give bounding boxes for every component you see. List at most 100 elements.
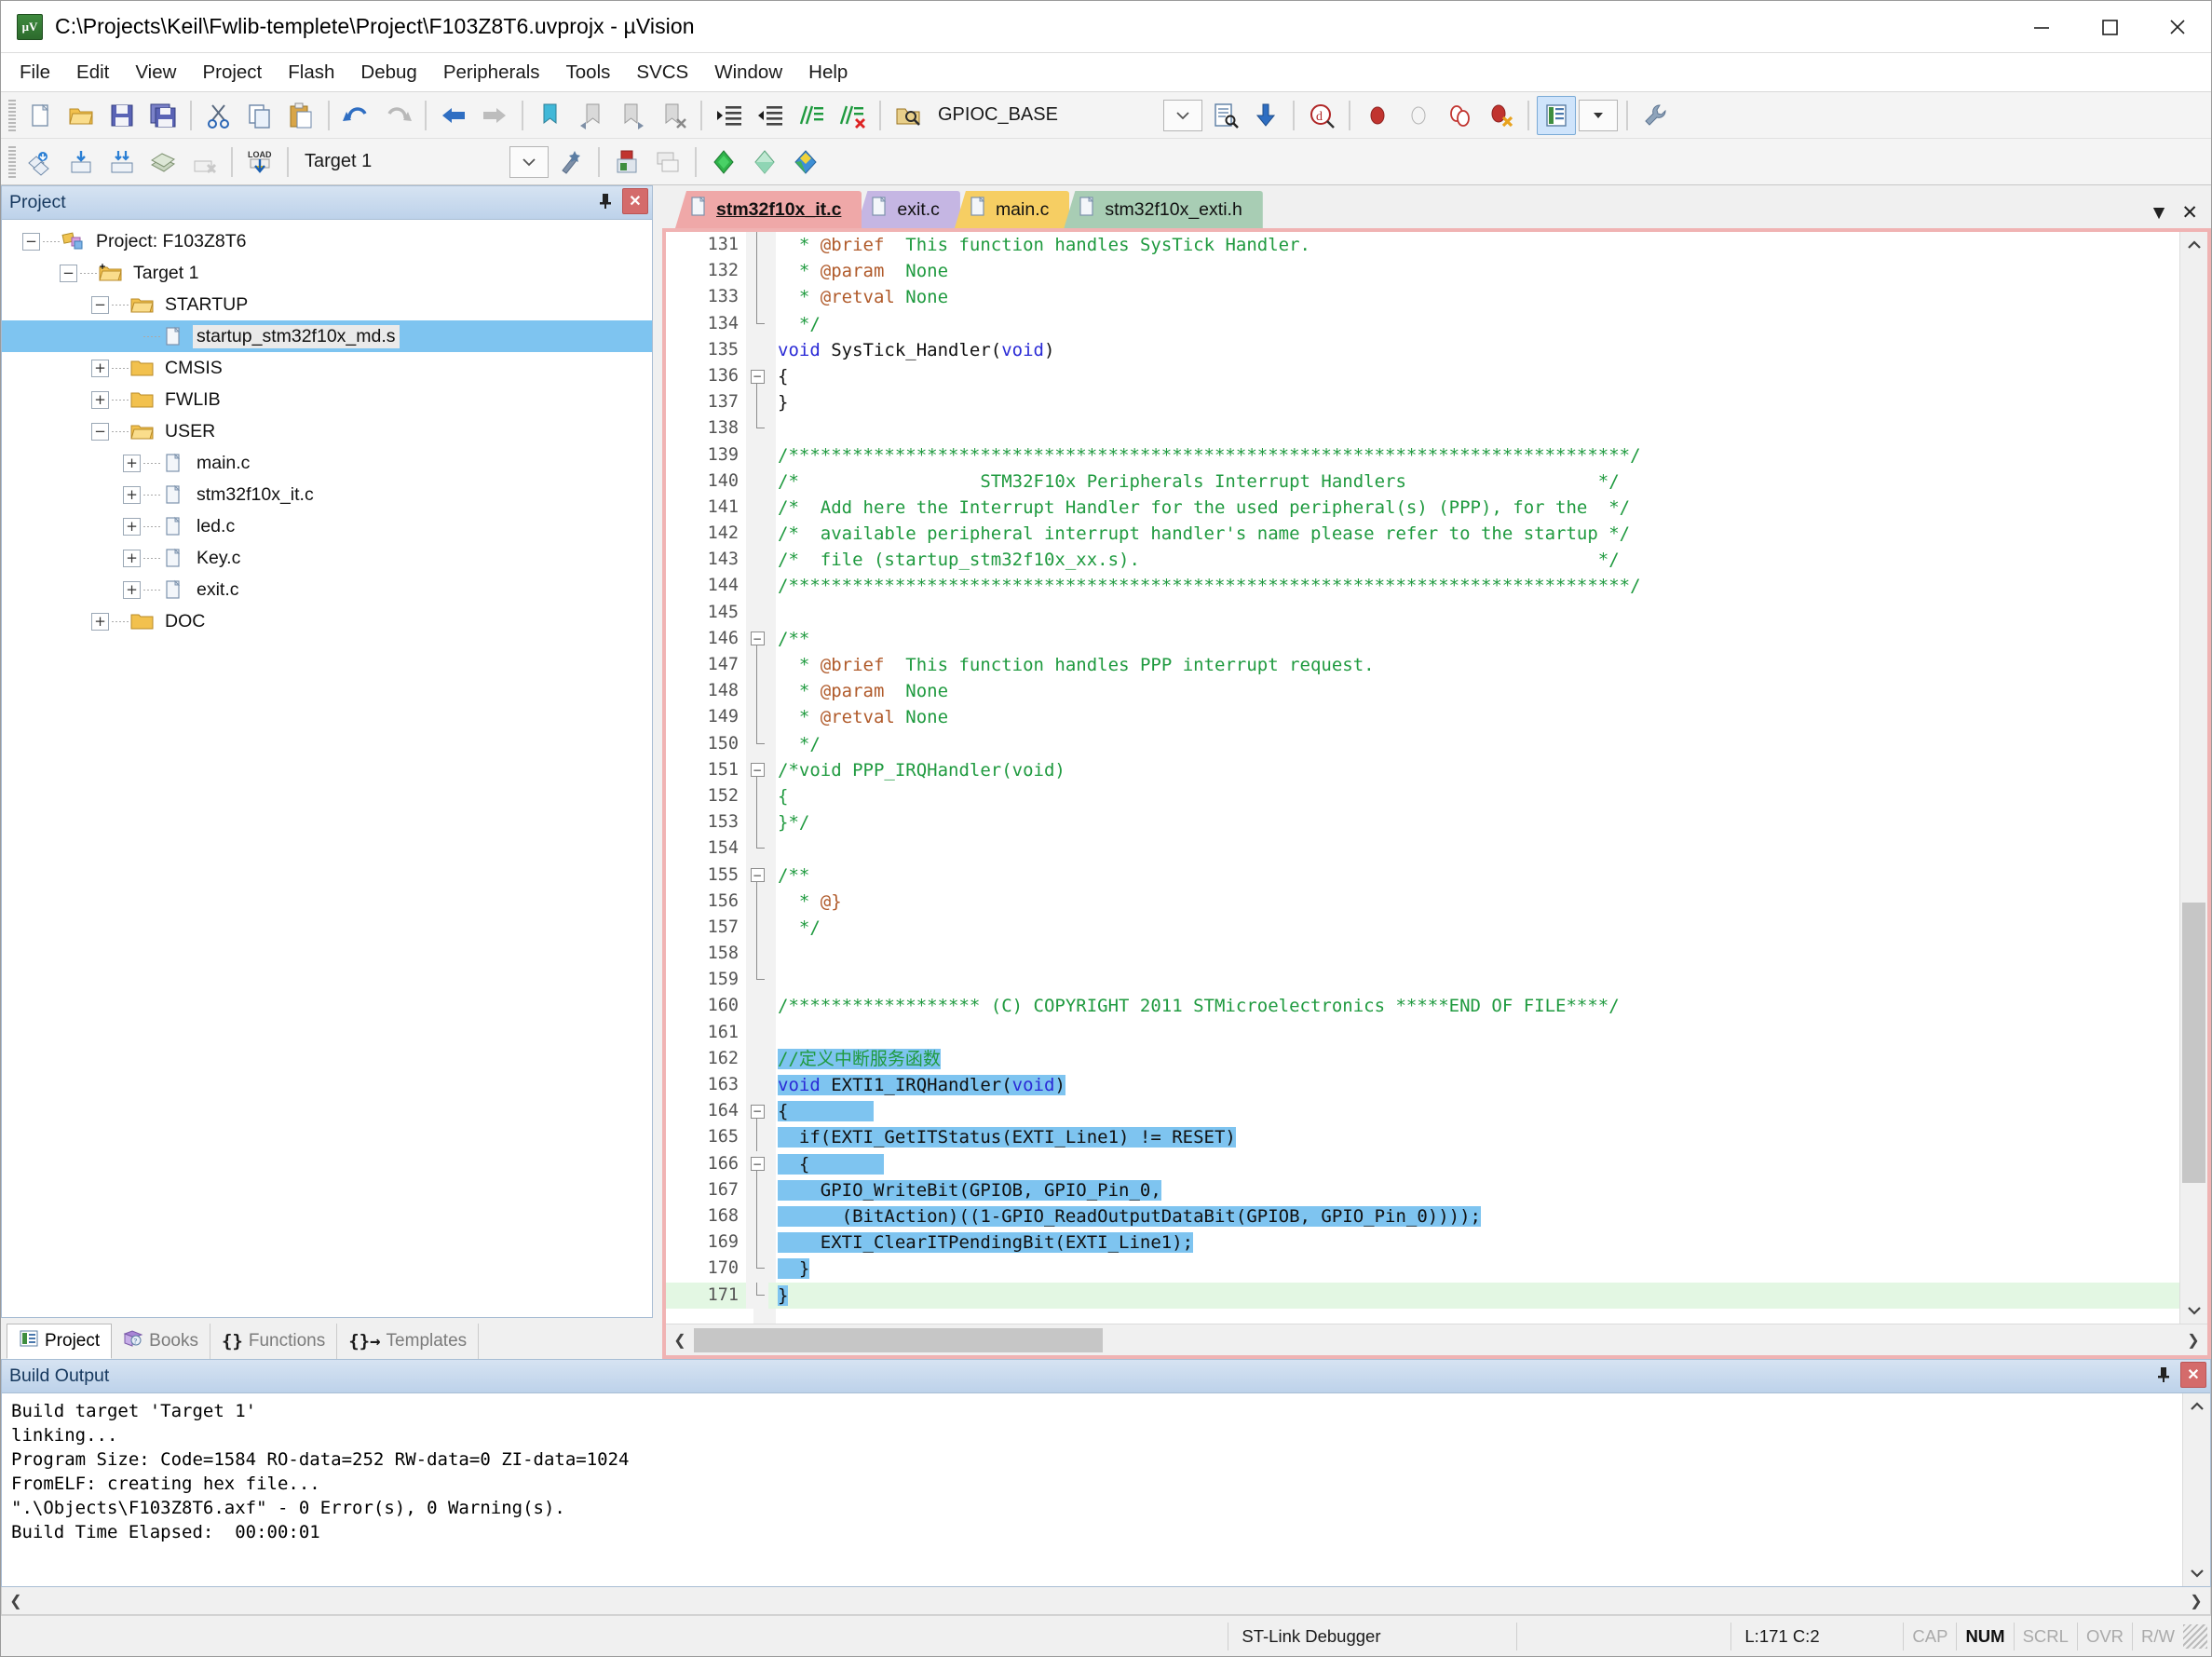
undo-icon[interactable] — [337, 96, 376, 135]
toolbar-grip[interactable] — [8, 99, 16, 131]
fold-collapse-icon[interactable]: − — [750, 1104, 765, 1119]
horizontal-scroll-track[interactable] — [694, 1327, 2179, 1352]
pack-installer-icon[interactable] — [704, 143, 743, 182]
scroll-down-icon[interactable] — [2180, 1297, 2207, 1324]
menu-help[interactable]: Help — [795, 57, 861, 88]
project-tree[interactable]: − Project: F103Z8T6 − Target 1 − STARTUP — [1, 219, 653, 1318]
uncomment-icon[interactable] — [833, 96, 872, 135]
tree-item-key-c[interactable]: + Key.c — [2, 542, 652, 574]
menu-peripherals[interactable]: Peripherals — [430, 57, 553, 88]
copy-icon[interactable] — [240, 96, 279, 135]
start-debug-icon[interactable]: d — [1302, 96, 1341, 135]
tree-item-user[interactable]: − USER — [2, 415, 652, 447]
build-horizontal-scrollbar[interactable]: ❮ ❯ — [1, 1587, 2211, 1615]
tab-project[interactable]: Project — [7, 1324, 113, 1359]
target-select-value[interactable]: Target 1 — [295, 151, 508, 172]
editor-tab-stm32f10x-exti-h[interactable]: stm32f10x_exti.h — [1064, 191, 1263, 228]
build-close-button[interactable]: ✕ — [2180, 1362, 2206, 1388]
menu-view[interactable]: View — [122, 57, 189, 88]
project-close-button[interactable]: ✕ — [622, 188, 648, 214]
expander-plus-icon[interactable]: + — [123, 549, 141, 567]
bookmark-next-icon[interactable] — [613, 96, 652, 135]
menu-svcs[interactable]: SVCS — [623, 57, 701, 88]
tree-item-main-c[interactable]: + main.c — [2, 447, 652, 479]
resize-grip-icon[interactable] — [2183, 1623, 2207, 1649]
build-icon[interactable] — [61, 143, 101, 182]
expander-plus-icon[interactable]: + — [123, 517, 141, 536]
code-view[interactable]: 131 * @brief This function handles SysTi… — [666, 232, 2179, 1324]
expander-minus-icon[interactable]: − — [91, 295, 109, 314]
fold-collapse-icon[interactable]: − — [750, 369, 765, 384]
redo-icon[interactable] — [378, 96, 417, 135]
tree-item-stm32f10x-it-c[interactable]: + stm32f10x_it.c — [2, 479, 652, 510]
download-icon[interactable]: LOAD — [240, 143, 279, 182]
manage-windows-dropdown[interactable] — [1579, 99, 1618, 131]
build-scroll-track[interactable] — [2183, 1419, 2210, 1560]
translate-icon[interactable] — [20, 143, 60, 182]
batch-build-icon[interactable] — [143, 143, 183, 182]
tab-templates[interactable]: {}→ Templates — [337, 1324, 480, 1359]
breakpoint-kill-all-icon[interactable] — [1481, 96, 1520, 135]
stop-build-icon[interactable] — [184, 143, 224, 182]
manage-windows-icon[interactable] — [1537, 95, 1576, 135]
tab-books[interactable]: ? Books — [112, 1324, 210, 1359]
minimize-button[interactable] — [2007, 1, 2075, 52]
scroll-up-icon[interactable] — [2183, 1393, 2210, 1419]
fold-marker[interactable]: − — [746, 756, 768, 783]
symbol-search-icon[interactable] — [889, 96, 928, 135]
indent-left-icon[interactable] — [751, 96, 790, 135]
goto-definition-icon[interactable] — [1246, 96, 1285, 135]
target-select-dropdown[interactable] — [509, 145, 549, 178]
editor-horizontal-scrollbar[interactable]: ❮ ❯ — [666, 1324, 2207, 1355]
open-file-icon[interactable] — [61, 96, 101, 135]
panel-splitter[interactable] — [653, 185, 662, 1359]
breakpoint-disable-all-icon[interactable] — [1440, 96, 1479, 135]
bookmark-toggle-icon[interactable] — [531, 96, 570, 135]
scroll-right-icon[interactable]: ❯ — [2179, 1331, 2207, 1350]
vertical-scroll-track[interactable] — [2180, 258, 2207, 1297]
navigate-back-icon[interactable] — [434, 96, 473, 135]
fold-marker[interactable]: − — [746, 1150, 768, 1177]
tree-item-target[interactable]: − Target 1 — [2, 257, 652, 289]
tab-list-dropdown-icon[interactable]: ▼ — [2150, 203, 2169, 223]
expander-plus-icon[interactable]: + — [123, 454, 141, 472]
fold-collapse-icon[interactable]: − — [750, 632, 765, 646]
expander-plus-icon[interactable]: + — [123, 485, 141, 504]
expander-minus-icon[interactable]: − — [22, 232, 40, 251]
cut-icon[interactable] — [199, 96, 238, 135]
fold-marker[interactable]: − — [746, 1098, 768, 1125]
project-pin-icon[interactable] — [592, 188, 618, 214]
fold-collapse-icon[interactable]: − — [750, 868, 765, 883]
expander-plus-icon[interactable]: + — [123, 580, 141, 599]
expander-plus-icon[interactable]: + — [91, 390, 109, 409]
expander-minus-icon[interactable]: − — [60, 264, 77, 282]
paste-icon[interactable] — [281, 96, 320, 135]
editor-vertical-scrollbar[interactable] — [2179, 232, 2207, 1324]
toolbar-grip[interactable] — [8, 145, 16, 178]
scroll-left-icon[interactable]: ❮ — [666, 1331, 694, 1350]
comment-icon[interactable] — [792, 96, 831, 135]
target-options-icon[interactable] — [551, 143, 590, 182]
bookmark-clear-icon[interactable] — [654, 96, 693, 135]
fold-marker[interactable]: − — [746, 362, 768, 390]
scroll-right-icon[interactable]: ❯ — [2182, 1592, 2210, 1610]
configure-icon[interactable] — [1635, 96, 1675, 135]
symbol-search-dropdown[interactable] — [1163, 99, 1202, 131]
breakpoint-insert-icon[interactable] — [1358, 96, 1397, 135]
symbol-search-input[interactable]: GPIOC_BASE — [929, 104, 1161, 126]
close-button[interactable] — [2143, 1, 2211, 52]
menu-project[interactable]: Project — [189, 57, 275, 88]
scroll-left-icon[interactable]: ❮ — [2, 1592, 30, 1610]
build-vertical-scrollbar[interactable] — [2182, 1393, 2210, 1586]
manage-project-items-icon[interactable] — [648, 143, 687, 182]
fold-collapse-icon[interactable]: − — [750, 1157, 765, 1172]
save-icon[interactable] — [102, 96, 142, 135]
find-in-files-icon[interactable] — [1205, 96, 1244, 135]
close-document-icon[interactable]: ✕ — [2181, 203, 2198, 223]
menu-tools[interactable]: Tools — [553, 57, 624, 88]
editor-tab-main-c[interactable]: main.c — [954, 191, 1070, 228]
navigate-forward-icon[interactable] — [475, 96, 514, 135]
rebuild-icon[interactable] — [102, 143, 142, 182]
scroll-up-icon[interactable] — [2180, 232, 2207, 258]
fold-marker[interactable]: − — [746, 862, 768, 889]
